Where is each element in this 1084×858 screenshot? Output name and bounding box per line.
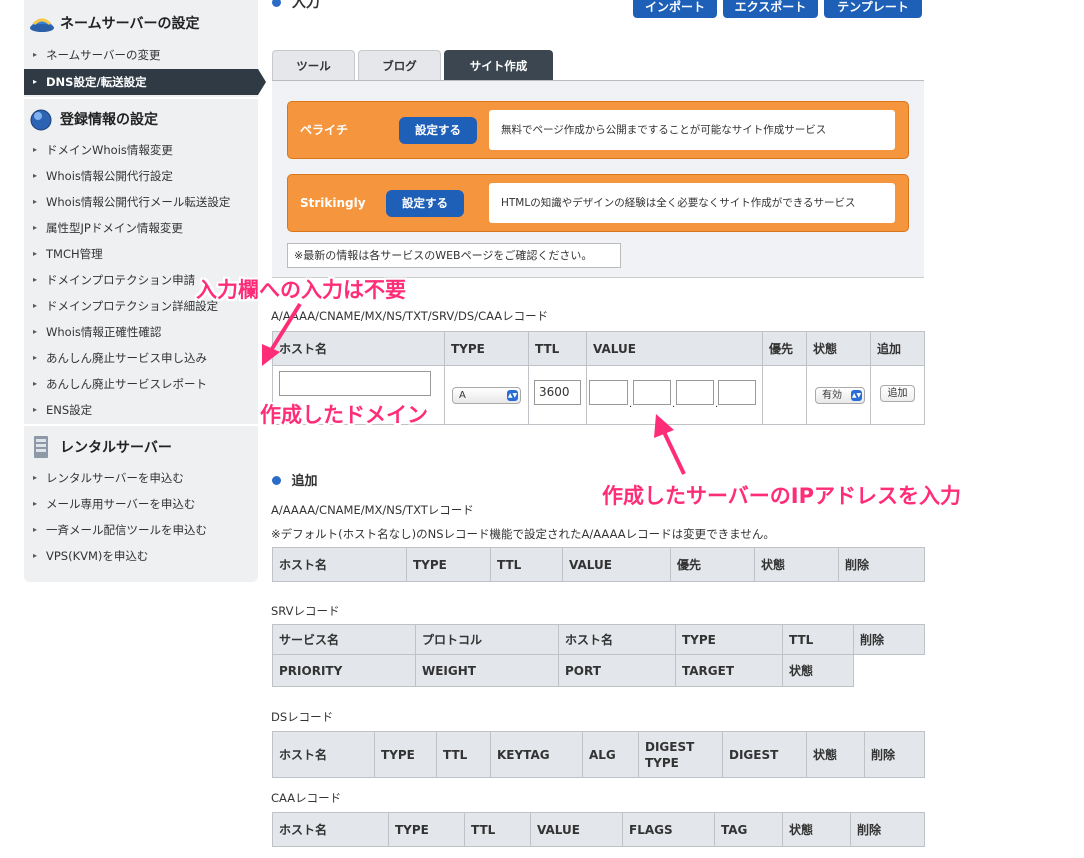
annotation-server-ip: 作成したサーバーのIPアドレスを入力 [602, 484, 961, 508]
arrow-to-host-input [262, 302, 302, 366]
arrow-to-ip-inputs [654, 414, 686, 475]
annotation-no-input: 入力欄への入力は不要 [196, 278, 406, 302]
annotation-created-domain: 作成したドメイン [260, 403, 428, 427]
annotation-arrows [262, 302, 686, 475]
